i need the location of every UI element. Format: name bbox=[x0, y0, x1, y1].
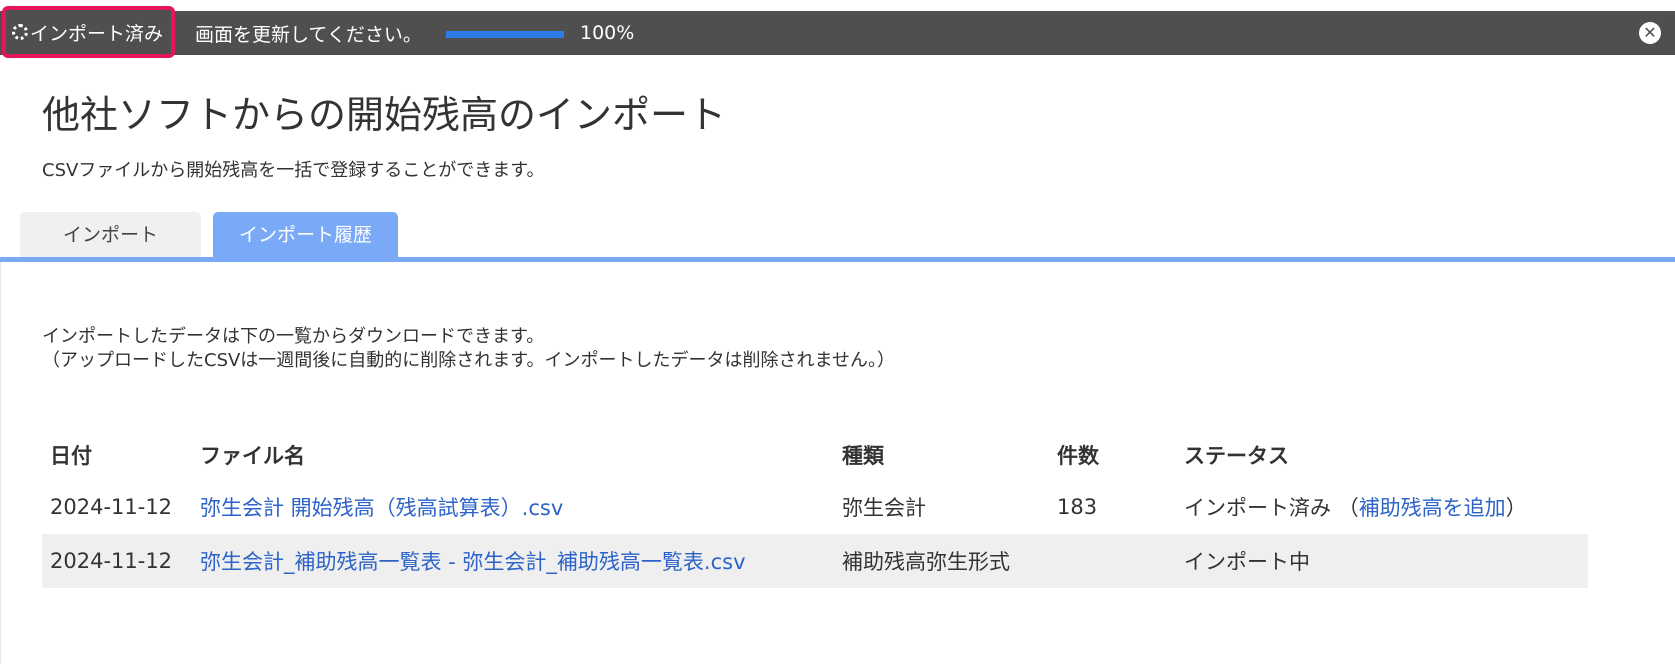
tab-import-history[interactable]: インポート履歴 bbox=[213, 212, 398, 258]
import-history-table: 日付 ファイル名 種類 件数 ステータス 2024-11-12 弥生会計 開始残… bbox=[42, 430, 1588, 588]
info-line-2: （アップロードしたCSVは一週間後に自動的に削除されます。インポートしたデータは… bbox=[42, 350, 895, 371]
page-description: CSVファイルから開始残高を一括で登録することができます。 bbox=[42, 160, 545, 181]
table-header-row: 日付 ファイル名 種類 件数 ステータス bbox=[42, 430, 1588, 480]
status-paren-close: ） bbox=[1505, 496, 1527, 520]
row-type: 補助残高弥生形式 bbox=[834, 534, 1049, 588]
tab-bar: インポート インポート履歴 bbox=[20, 212, 398, 258]
spinner-icon bbox=[12, 24, 28, 40]
info-line-1: インポートしたデータは下の一覧からダウンロードできます。 bbox=[42, 326, 545, 347]
add-sub-balance-link[interactable]: 補助残高を追加 bbox=[1359, 496, 1506, 520]
row-type: 弥生会計 bbox=[842, 496, 926, 520]
row-date: 2024-11-12 bbox=[50, 495, 173, 519]
content-border bbox=[0, 262, 1, 664]
header-type: 種類 bbox=[842, 444, 884, 468]
header-count: 件数 bbox=[1057, 444, 1099, 468]
header-date: 日付 bbox=[50, 444, 92, 468]
row-status: インポート中 bbox=[1176, 534, 1588, 588]
table-row: 2024-11-12 弥生会計_補助残高一覧表 - 弥生会計_補助残高一覧表.c… bbox=[42, 534, 1588, 588]
row-date: 2024-11-12 bbox=[42, 534, 192, 588]
table-row: 2024-11-12 弥生会計 開始残高（残高試算表）.csv 弥生会計 183… bbox=[42, 480, 1588, 534]
info-text: インポートしたデータは下の一覧からダウンロードできます。 （アップロードしたCS… bbox=[42, 325, 895, 373]
row-count bbox=[1049, 534, 1176, 588]
page-title: 他社ソフトからの開始残高のインポート bbox=[42, 93, 727, 137]
import-status-label: インポート済み bbox=[30, 22, 164, 45]
header-filename: ファイル名 bbox=[200, 444, 305, 468]
tab-underline bbox=[0, 257, 1675, 262]
close-icon[interactable]: ✕ bbox=[1639, 22, 1661, 44]
file-download-link[interactable]: 弥生会計 開始残高（残高試算表）.csv bbox=[200, 496, 563, 520]
file-download-link[interactable]: 弥生会計_補助残高一覧表 - 弥生会計_補助残高一覧表.csv bbox=[200, 550, 746, 574]
notification-bar: インポート済み 画面を更新してください。 100% ✕ bbox=[0, 6, 1675, 58]
header-status: ステータス bbox=[1184, 444, 1289, 468]
progress-label: 100% bbox=[580, 22, 635, 44]
progress-bar bbox=[446, 31, 564, 38]
row-status: インポート済み （補助残高を追加） bbox=[1176, 480, 1588, 534]
import-status-chip: インポート済み bbox=[2, 6, 175, 58]
row-count: 183 bbox=[1057, 495, 1098, 519]
tab-import[interactable]: インポート bbox=[20, 212, 201, 258]
status-paren-open: （ bbox=[1337, 496, 1359, 520]
progress-fill bbox=[446, 31, 564, 38]
refresh-message: 画面を更新してください。 bbox=[195, 23, 422, 46]
status-text: インポート済み bbox=[1184, 496, 1331, 520]
